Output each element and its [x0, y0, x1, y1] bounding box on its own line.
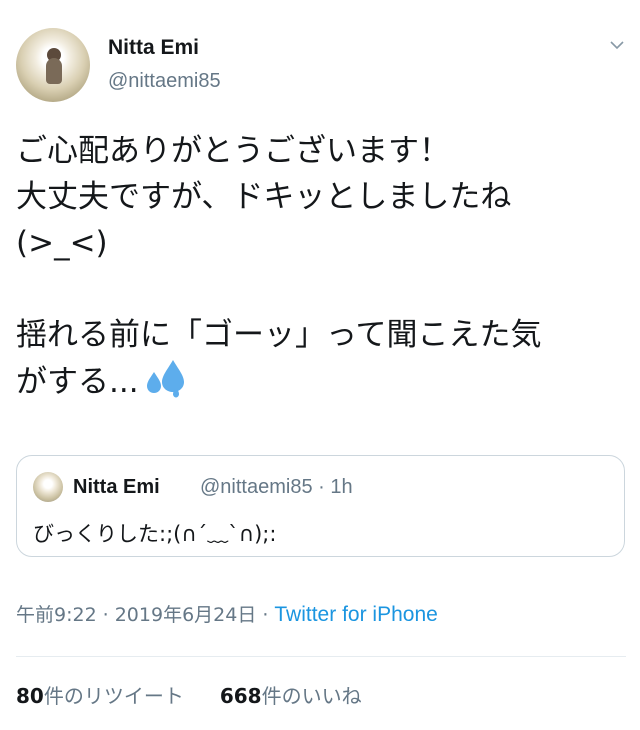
quoted-author-handle: @nittaemi85: [200, 476, 313, 498]
sweat-droplets-icon: [146, 360, 184, 398]
retweets-label: 件のリツイート: [43, 684, 184, 708]
quoted-text: びっくりした:;(∩´﹏`∩);:: [33, 522, 277, 546]
meta-separator: ·: [102, 604, 109, 626]
likes-stat[interactable]: 668件のいいね: [220, 684, 362, 708]
tweet-meta: 午前9:22 · 2019年6月24日 · Twitter for iPhone: [16, 600, 438, 627]
tweet-body: ご心配ありがとうございます！ 大丈夫ですが、ドキッとしましたね (>_<) 揺れ…: [16, 133, 542, 400]
tweet-header: Nitta Emi @nittaemi85: [16, 28, 626, 108]
tweet-time[interactable]: 午前9:22: [16, 604, 97, 626]
quoted-author-meta: @nittaemi85 · 1h: [200, 476, 353, 499]
tweet-stats: 80件のリツイート 668件のいいね: [16, 680, 362, 709]
likes-label: 件のいいね: [261, 684, 362, 708]
quoted-avatar: [33, 472, 63, 502]
quoted-time: · 1h: [318, 476, 353, 498]
author-handle[interactable]: @nittaemi85: [108, 70, 221, 93]
tweet-text: ご心配ありがとうございます！ 大丈夫ですが、ドキッとしましたね (>_<) 揺れ…: [16, 128, 628, 405]
quoted-author-name: Nitta Emi: [73, 476, 160, 498]
avatar[interactable]: [16, 28, 90, 102]
quoted-tweet[interactable]: Nitta Emi @nittaemi85 · 1h びっくりした:;(∩´﹏`…: [16, 455, 625, 557]
chevron-down-icon[interactable]: [610, 38, 624, 52]
likes-count: 668: [219, 684, 262, 708]
retweets-stat[interactable]: 80件のリツイート: [16, 684, 184, 708]
retweets-count: 80: [16, 684, 44, 708]
divider: [16, 656, 626, 657]
author-name[interactable]: Nitta Emi: [108, 36, 199, 60]
tweet-date[interactable]: 2019年6月24日: [115, 604, 257, 626]
avatar-figure-body: [46, 58, 62, 84]
tweet-source-link[interactable]: Twitter for iPhone: [274, 603, 437, 626]
meta-separator: ·: [262, 604, 269, 626]
